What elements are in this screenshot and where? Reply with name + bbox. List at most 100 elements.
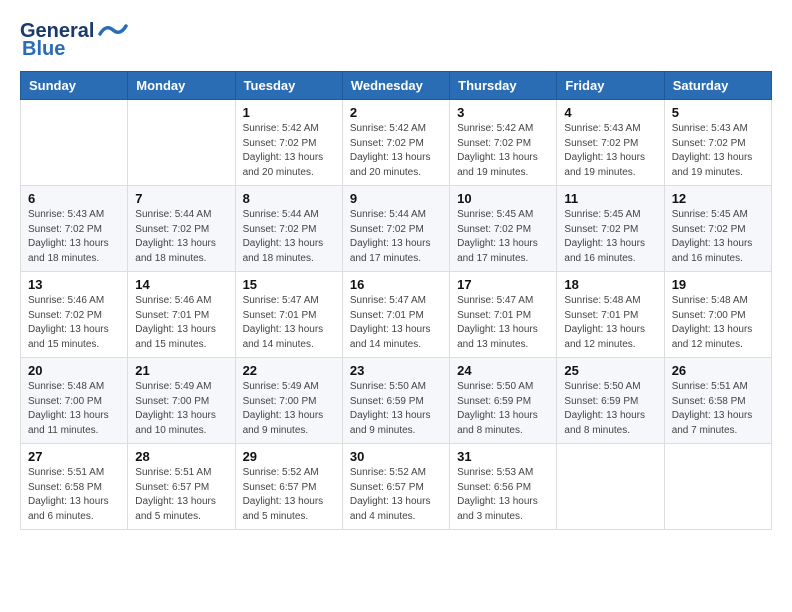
day-info: Sunrise: 5:43 AM Sunset: 7:02 PM Dayligh… — [564, 122, 656, 180]
calendar-cell: 10 Sunrise: 5:45 AM Sunset: 7:02 PM Dayli… — [450, 186, 557, 272]
weekday-header-thursday: Thursday — [450, 72, 557, 100]
day-number: 10 — [457, 191, 549, 206]
logo-wave-icon — [98, 20, 128, 42]
day-info: Sunrise: 5:49 AM Sunset: 7:00 PM Dayligh… — [243, 380, 335, 438]
day-number: 18 — [564, 277, 656, 292]
day-info: Sunrise: 5:45 AM Sunset: 7:02 PM Dayligh… — [457, 208, 549, 266]
logo-blue: Blue — [22, 38, 65, 61]
calendar-cell: 29 Sunrise: 5:52 AM Sunset: 6:57 PM Dayli… — [235, 444, 342, 530]
calendar-cell: 24Sunrise: 5:50 AM Sunset: 6:59 PM Dayli… — [450, 358, 557, 444]
day-info: Sunrise: 5:47 AM Sunset: 7:01 PM Dayligh… — [350, 294, 442, 352]
calendar-cell: 27 Sunrise: 5:51 AM Sunset: 6:58 PM Dayli… — [21, 444, 128, 530]
calendar-cell: 18 Sunrise: 5:48 AM Sunset: 7:01 PM Dayli… — [557, 272, 664, 358]
day-number: 21 — [135, 363, 227, 378]
calendar-cell: 22Sunrise: 5:49 AM Sunset: 7:00 PM Dayli… — [235, 358, 342, 444]
calendar-cell: 19 Sunrise: 5:48 AM Sunset: 7:00 PM Dayli… — [664, 272, 771, 358]
day-number: 7 — [135, 191, 227, 206]
day-info: Sunrise: 5:48 AM Sunset: 7:01 PM Dayligh… — [564, 294, 656, 352]
weekday-header-row: SundayMondayTuesdayWednesdayThursdayFrid… — [21, 72, 772, 100]
day-info: Sunrise: 5:52 AM Sunset: 6:57 PM Dayligh… — [350, 466, 442, 524]
calendar-week-row: 27 Sunrise: 5:51 AM Sunset: 6:58 PM Dayli… — [21, 444, 772, 530]
weekday-header-saturday: Saturday — [664, 72, 771, 100]
calendar-cell: 1Sunrise: 5:42 AM Sunset: 7:02 PM Daylig… — [235, 100, 342, 186]
calendar-cell — [664, 444, 771, 530]
day-info: Sunrise: 5:49 AM Sunset: 7:00 PM Dayligh… — [135, 380, 227, 438]
calendar-cell: 4 Sunrise: 5:43 AM Sunset: 7:02 PM Daylig… — [557, 100, 664, 186]
calendar-week-row: 13 Sunrise: 5:46 AM Sunset: 7:02 PM Dayli… — [21, 272, 772, 358]
day-number: 19 — [672, 277, 764, 292]
day-info: Sunrise: 5:46 AM Sunset: 7:01 PM Dayligh… — [135, 294, 227, 352]
calendar-cell: 13 Sunrise: 5:46 AM Sunset: 7:02 PM Dayli… — [21, 272, 128, 358]
calendar-cell: 23 Sunrise: 5:50 AM Sunset: 6:59 PM Dayli… — [342, 358, 449, 444]
day-number: 15 — [243, 277, 335, 292]
day-info: Sunrise: 5:53 AM Sunset: 6:56 PM Dayligh… — [457, 466, 549, 524]
calendar-cell: 31 Sunrise: 5:53 AM Sunset: 6:56 PM Dayli… — [450, 444, 557, 530]
day-info: Sunrise: 5:44 AM Sunset: 7:02 PM Dayligh… — [135, 208, 227, 266]
day-info: Sunrise: 5:51 AM Sunset: 6:58 PM Dayligh… — [672, 380, 764, 438]
calendar-cell: 12 Sunrise: 5:45 AM Sunset: 7:02 PM Dayli… — [664, 186, 771, 272]
logo: General Blue — [20, 20, 128, 61]
calendar-cell — [21, 100, 128, 186]
day-info: Sunrise: 5:45 AM Sunset: 7:02 PM Dayligh… — [672, 208, 764, 266]
day-number: 16 — [350, 277, 442, 292]
day-number: 20 — [28, 363, 120, 378]
day-number: 5 — [672, 105, 764, 120]
day-number: 14 — [135, 277, 227, 292]
day-number: 9 — [350, 191, 442, 206]
day-info: Sunrise: 5:44 AM Sunset: 7:02 PM Dayligh… — [350, 208, 442, 266]
day-info: Sunrise: 5:48 AM Sunset: 7:00 PM Dayligh… — [672, 294, 764, 352]
weekday-header-sunday: Sunday — [21, 72, 128, 100]
day-number: 27 — [28, 449, 120, 464]
calendar-cell: 9 Sunrise: 5:44 AM Sunset: 7:02 PM Daylig… — [342, 186, 449, 272]
day-info: Sunrise: 5:46 AM Sunset: 7:02 PM Dayligh… — [28, 294, 120, 352]
calendar-cell: 11Sunrise: 5:45 AM Sunset: 7:02 PM Dayli… — [557, 186, 664, 272]
day-info: Sunrise: 5:48 AM Sunset: 7:00 PM Dayligh… — [28, 380, 120, 438]
day-number: 29 — [243, 449, 335, 464]
day-info: Sunrise: 5:47 AM Sunset: 7:01 PM Dayligh… — [243, 294, 335, 352]
day-number: 8 — [243, 191, 335, 206]
day-info: Sunrise: 5:47 AM Sunset: 7:01 PM Dayligh… — [457, 294, 549, 352]
calendar-cell — [128, 100, 235, 186]
day-number: 23 — [350, 363, 442, 378]
day-number: 13 — [28, 277, 120, 292]
day-number: 6 — [28, 191, 120, 206]
calendar-cell: 30Sunrise: 5:52 AM Sunset: 6:57 PM Dayli… — [342, 444, 449, 530]
day-info: Sunrise: 5:52 AM Sunset: 6:57 PM Dayligh… — [243, 466, 335, 524]
calendar-week-row: 6 Sunrise: 5:43 AM Sunset: 7:02 PM Daylig… — [21, 186, 772, 272]
day-number: 3 — [457, 105, 549, 120]
calendar-cell: 21 Sunrise: 5:49 AM Sunset: 7:00 PM Dayli… — [128, 358, 235, 444]
day-number: 4 — [564, 105, 656, 120]
day-info: Sunrise: 5:43 AM Sunset: 7:02 PM Dayligh… — [672, 122, 764, 180]
weekday-header-monday: Monday — [128, 72, 235, 100]
day-number: 1 — [243, 105, 335, 120]
weekday-header-friday: Friday — [557, 72, 664, 100]
day-info: Sunrise: 5:51 AM Sunset: 6:58 PM Dayligh… — [28, 466, 120, 524]
day-info: Sunrise: 5:50 AM Sunset: 6:59 PM Dayligh… — [457, 380, 549, 438]
calendar-cell: 17Sunrise: 5:47 AM Sunset: 7:01 PM Dayli… — [450, 272, 557, 358]
day-info: Sunrise: 5:42 AM Sunset: 7:02 PM Dayligh… — [350, 122, 442, 180]
day-info: Sunrise: 5:50 AM Sunset: 6:59 PM Dayligh… — [350, 380, 442, 438]
calendar-cell: 6 Sunrise: 5:43 AM Sunset: 7:02 PM Daylig… — [21, 186, 128, 272]
day-number: 26 — [672, 363, 764, 378]
calendar-cell: 8Sunrise: 5:44 AM Sunset: 7:02 PM Daylig… — [235, 186, 342, 272]
day-number: 2 — [350, 105, 442, 120]
day-number: 31 — [457, 449, 549, 464]
weekday-header-wednesday: Wednesday — [342, 72, 449, 100]
calendar-cell — [557, 444, 664, 530]
weekday-header-tuesday: Tuesday — [235, 72, 342, 100]
calendar-cell: 5 Sunrise: 5:43 AM Sunset: 7:02 PM Daylig… — [664, 100, 771, 186]
day-info: Sunrise: 5:45 AM Sunset: 7:02 PM Dayligh… — [564, 208, 656, 266]
calendar-cell: 20 Sunrise: 5:48 AM Sunset: 7:00 PM Dayli… — [21, 358, 128, 444]
calendar-week-row: 20 Sunrise: 5:48 AM Sunset: 7:00 PM Dayli… — [21, 358, 772, 444]
calendar-table: SundayMondayTuesdayWednesdayThursdayFrid… — [20, 71, 772, 530]
calendar-cell: 16 Sunrise: 5:47 AM Sunset: 7:01 PM Dayli… — [342, 272, 449, 358]
calendar-cell: 2 Sunrise: 5:42 AM Sunset: 7:02 PM Daylig… — [342, 100, 449, 186]
header-area: General Blue — [20, 20, 772, 61]
calendar-cell: 3 Sunrise: 5:42 AM Sunset: 7:02 PM Daylig… — [450, 100, 557, 186]
day-info: Sunrise: 5:42 AM Sunset: 7:02 PM Dayligh… — [457, 122, 549, 180]
day-number: 25 — [564, 363, 656, 378]
day-number: 12 — [672, 191, 764, 206]
calendar-cell: 25Sunrise: 5:50 AM Sunset: 6:59 PM Dayli… — [557, 358, 664, 444]
calendar-cell: 26 Sunrise: 5:51 AM Sunset: 6:58 PM Dayli… — [664, 358, 771, 444]
day-info: Sunrise: 5:43 AM Sunset: 7:02 PM Dayligh… — [28, 208, 120, 266]
